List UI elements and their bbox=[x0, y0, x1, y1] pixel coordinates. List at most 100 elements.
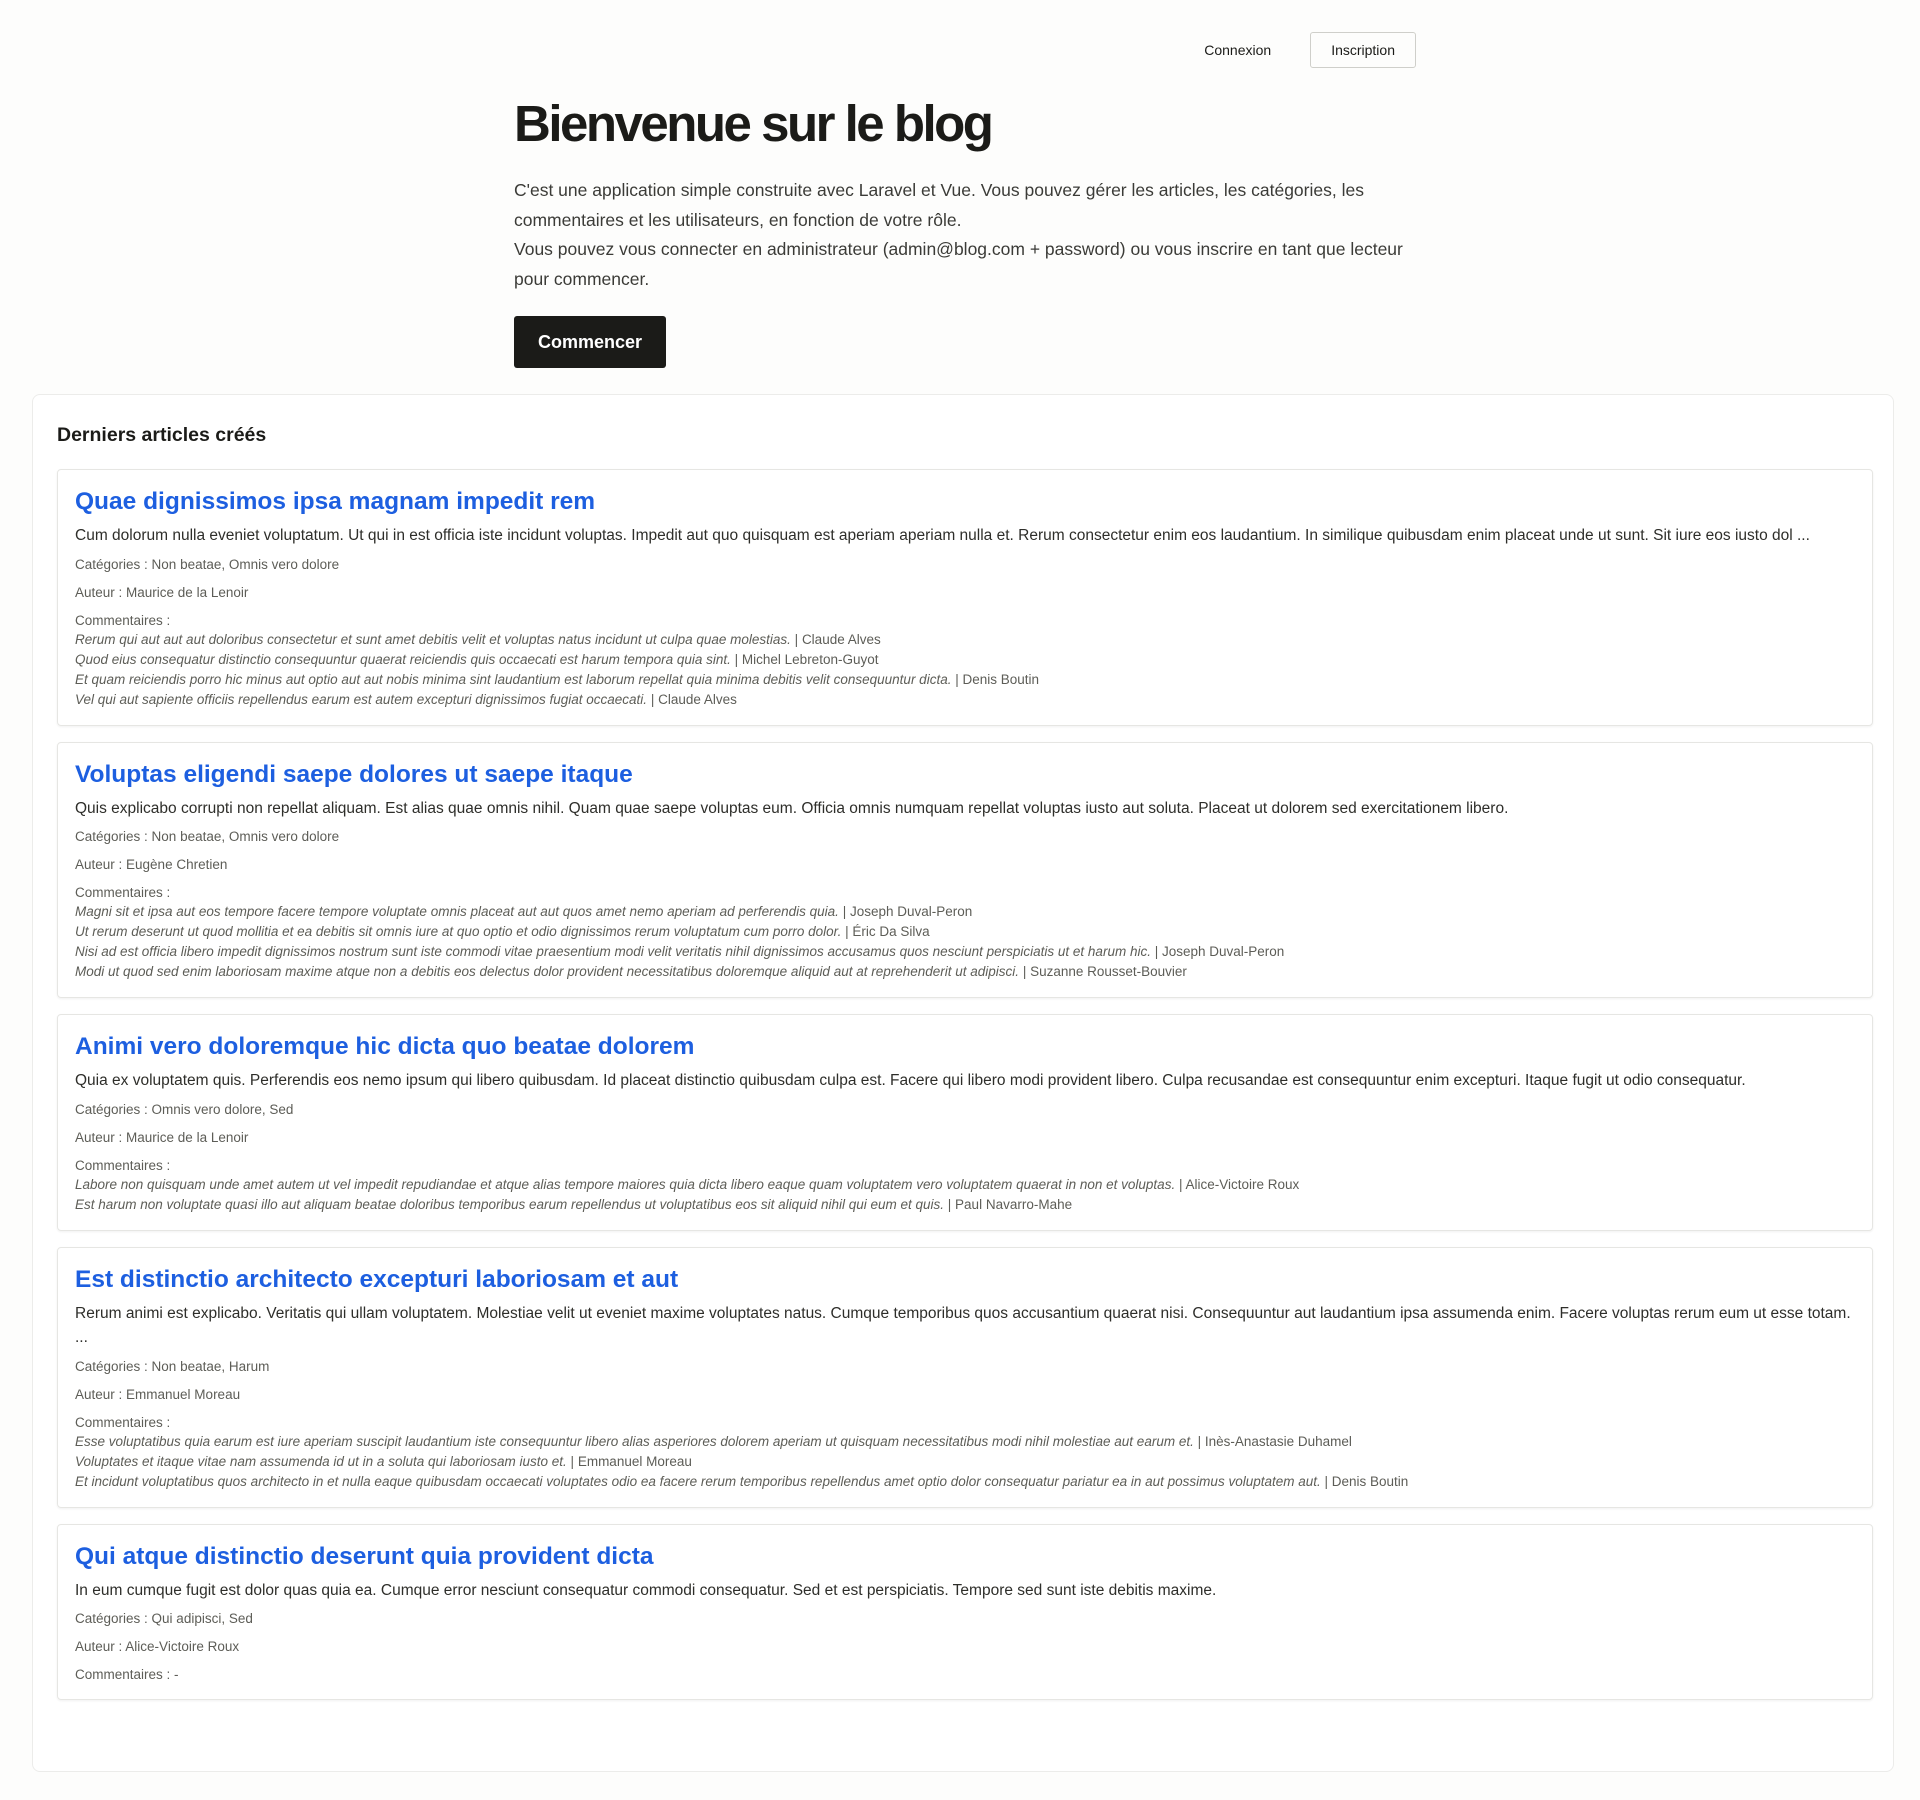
article-card: Est distinctio architecto excepturi labo… bbox=[57, 1246, 1873, 1508]
author-label: Auteur : bbox=[75, 584, 127, 600]
comment-item: Quod eius consequatur distinctio consequ… bbox=[75, 650, 1855, 670]
author-value: Eugène Chretien bbox=[126, 857, 228, 872]
categories-label: Catégories : bbox=[75, 1101, 152, 1117]
comment-text: Et incidunt voluptatibus quos architecto… bbox=[75, 1473, 1321, 1489]
login-link[interactable]: Connexion bbox=[1183, 32, 1292, 68]
categories-value: Non beatae, Omnis vero dolore bbox=[151, 556, 340, 572]
article-author: Auteur : Emmanuel Moreau bbox=[75, 1385, 1855, 1404]
comment-author: Claude Alves bbox=[658, 691, 737, 707]
comment-text: Quod eius consequatur distinctio consequ… bbox=[75, 651, 731, 667]
categories-label: Catégories : bbox=[75, 1611, 152, 1626]
article-card: Voluptas eligendi saepe dolores ut saepe… bbox=[57, 741, 1873, 998]
comment-author: Emmanuel Moreau bbox=[577, 1453, 692, 1469]
article-excerpt: Quia ex voluptatem quis. Perferendis eos… bbox=[75, 1072, 1746, 1089]
comments-heading: Commentaires : bbox=[75, 612, 171, 628]
comment-text: Et quam reiciendis porro hic minus aut o… bbox=[75, 671, 952, 687]
comment-separator: | bbox=[790, 631, 802, 647]
article-title-link[interactable]: Quae dignissimos ipsa magnam impedit rem bbox=[75, 486, 1855, 518]
comment-author: Inès-Anastasie Duhamel bbox=[1204, 1433, 1352, 1449]
intro-text: C'est une application simple construite … bbox=[514, 176, 1414, 294]
comment-item: Esse voluptatibus quia earum est iure ap… bbox=[75, 1432, 1855, 1452]
categories-value: Non beatae, Omnis vero dolore bbox=[151, 829, 340, 844]
article-card: Qui atque distinctio deserunt quia provi… bbox=[57, 1523, 1873, 1700]
article-categories: Catégories : Non beatae, Omnis vero dolo… bbox=[75, 827, 1855, 846]
comment-text: Labore non quisquam unde amet autem ut v… bbox=[75, 1176, 1176, 1192]
categories-label: Catégories : bbox=[75, 556, 152, 572]
comment-author: Alice-Victoire Roux bbox=[1185, 1176, 1300, 1192]
author-value: Emmanuel Moreau bbox=[126, 1386, 241, 1402]
comments-heading: Commentaires : - bbox=[75, 1667, 179, 1682]
comment-item: Labore non quisquam unde amet autem ut v… bbox=[75, 1175, 1855, 1195]
comment-author: Suzanne Rousset-Bouvier bbox=[1030, 964, 1187, 979]
article-excerpt: Quis explicabo corrupti non repellat ali… bbox=[75, 799, 1509, 817]
author-value: Alice-Victoire Roux bbox=[125, 1639, 240, 1654]
comments-heading: Commentaires : bbox=[75, 885, 171, 900]
comments-heading: Commentaires : bbox=[75, 1157, 171, 1173]
comment-item: Ut rerum deserunt ut quod mollitia et ea… bbox=[75, 922, 1855, 942]
top-nav: Connexion Inscription bbox=[1174, 32, 1416, 68]
categories-label: Catégories : bbox=[75, 1358, 152, 1374]
article-author: Auteur : Maurice de la Lenoir bbox=[75, 1128, 1855, 1147]
article-card: Quae dignissimos ipsa magnam impedit rem… bbox=[57, 469, 1873, 726]
comment-author: Denis Boutin bbox=[1331, 1473, 1409, 1489]
comment-item: Voluptates et itaque vitae nam assumenda… bbox=[75, 1452, 1855, 1472]
article-title-link[interactable]: Qui atque distinctio deserunt quia provi… bbox=[75, 1541, 1855, 1573]
article-categories: Catégories : Non beatae, Harum bbox=[75, 1357, 1855, 1376]
comment-item: Magni sit et ipsa aut eos tempore facere… bbox=[75, 902, 1855, 922]
comment-text: Est harum non voluptate quasi illo aut a… bbox=[75, 1196, 945, 1212]
register-button[interactable]: Inscription bbox=[1310, 32, 1416, 68]
comment-separator: | bbox=[951, 671, 963, 687]
latest-articles-panel: Derniers articles créés Quae dignissimos… bbox=[32, 394, 1894, 1772]
latest-articles-heading: Derniers articles créés bbox=[57, 424, 267, 446]
comment-author: Denis Boutin bbox=[962, 671, 1040, 687]
comment-separator: | bbox=[647, 691, 659, 707]
comments-heading: Commentaires : bbox=[75, 1414, 171, 1430]
comment-author: Michel Lebreton-Guyot bbox=[741, 651, 879, 667]
comment-separator: | bbox=[566, 1453, 578, 1469]
comment-separator: | bbox=[841, 924, 853, 939]
article-author: Auteur : Eugène Chretien bbox=[75, 855, 1855, 874]
article-title-link[interactable]: Animi vero doloremque hic dicta quo beat… bbox=[75, 1031, 1855, 1063]
author-label: Auteur : bbox=[75, 1639, 126, 1654]
start-button[interactable]: Commencer bbox=[514, 316, 667, 368]
comment-author: Joseph Duval-Peron bbox=[1161, 944, 1285, 959]
comment-item: Modi ut quod sed enim laboriosam maxime … bbox=[75, 962, 1855, 982]
categories-value: Qui adipisci, Sed bbox=[151, 1611, 253, 1626]
article-card: Animi vero doloremque hic dicta quo beat… bbox=[57, 1014, 1873, 1231]
article-categories: Catégories : Omnis vero dolore, Sed bbox=[75, 1100, 1855, 1119]
comment-text: Esse voluptatibus quia earum est iure ap… bbox=[75, 1433, 1194, 1449]
comment-text: Modi ut quod sed enim laboriosam maxime … bbox=[75, 964, 1020, 979]
comment-author: Éric Da Silva bbox=[852, 924, 930, 939]
comment-item: Rerum qui aut aut aut doloribus consecte… bbox=[75, 630, 1855, 650]
article-author: Auteur : Maurice de la Lenoir bbox=[75, 583, 1855, 602]
article-title-link[interactable]: Voluptas eligendi saepe dolores ut saepe… bbox=[75, 759, 1855, 791]
author-value: Maurice de la Lenoir bbox=[126, 584, 249, 600]
article-excerpt: Cum dolorum nulla eveniet voluptatum. Ut… bbox=[75, 527, 1810, 544]
comment-item: Et incidunt voluptatibus quos architecto… bbox=[75, 1472, 1855, 1492]
comment-separator: | bbox=[1019, 964, 1031, 979]
comment-separator: | bbox=[838, 904, 850, 919]
hero: Bienvenue sur le blog C'est une applicat… bbox=[514, 90, 1414, 368]
comment-text: Ut rerum deserunt ut quod mollitia et ea… bbox=[75, 924, 842, 939]
comment-text: Voluptates et itaque vitae nam assumenda… bbox=[75, 1453, 567, 1469]
intro-line-1: C'est une application simple construite … bbox=[514, 180, 1364, 230]
comment-item: Nisi ad est officia libero impedit digni… bbox=[75, 942, 1855, 962]
author-value: Maurice de la Lenoir bbox=[126, 1129, 249, 1145]
comment-text: Magni sit et ipsa aut eos tempore facere… bbox=[75, 904, 839, 919]
comment-separator: | bbox=[1320, 1473, 1332, 1489]
article-excerpt: Rerum animi est explicabo. Veritatis qui… bbox=[75, 1304, 1851, 1347]
comment-text: Nisi ad est officia libero impedit digni… bbox=[75, 944, 1151, 959]
comment-separator: | bbox=[730, 651, 742, 667]
comment-item: Et quam reiciendis porro hic minus aut o… bbox=[75, 670, 1855, 690]
article-author: Auteur : Alice-Victoire Roux bbox=[75, 1637, 1855, 1656]
comment-item: Vel qui aut sapiente officiis repellendu… bbox=[75, 690, 1855, 710]
comment-author: Joseph Duval-Peron bbox=[849, 904, 973, 919]
comment-text: Rerum qui aut aut aut doloribus consecte… bbox=[75, 631, 791, 647]
article-title-link[interactable]: Est distinctio architecto excepturi labo… bbox=[75, 1264, 1855, 1296]
categories-label: Catégories : bbox=[75, 829, 152, 844]
comment-item: Est harum non voluptate quasi illo aut a… bbox=[75, 1195, 1855, 1215]
intro-line-2: Vous pouvez vous connecter en administra… bbox=[514, 239, 1403, 289]
page-title: Bienvenue sur le blog bbox=[514, 95, 994, 152]
article-list: Quae dignissimos ipsa magnam impedit rem… bbox=[57, 469, 1873, 1700]
comment-author: Claude Alves bbox=[801, 631, 881, 647]
